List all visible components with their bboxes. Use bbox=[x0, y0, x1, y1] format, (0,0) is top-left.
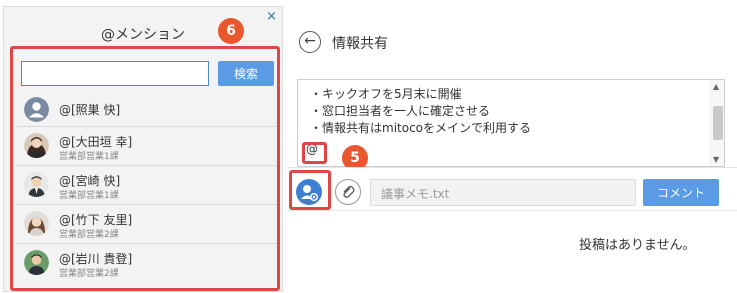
highlight-frame bbox=[289, 170, 331, 210]
close-icon[interactable]: × bbox=[266, 9, 277, 24]
highlight-frame bbox=[10, 46, 280, 291]
page-title: 情報共有 bbox=[332, 36, 388, 52]
editor-line: ・情報共有はmitocoをメインで利用する bbox=[310, 121, 532, 135]
attachment-field[interactable]: 議事メモ.txt bbox=[370, 179, 636, 206]
highlight-frame bbox=[302, 142, 327, 164]
scroll-down-icon[interactable]: ▼ bbox=[713, 155, 719, 164]
step-badge: 6 bbox=[218, 18, 244, 44]
mention-panel: @メンション × 検索 @[照巣 快] @[大田垣 幸] 営業部営業1課 @[宮… bbox=[3, 6, 283, 292]
empty-message: 投稿はありません。 bbox=[579, 238, 696, 253]
editor-line: ・キックオフを5月末に開催 bbox=[310, 87, 462, 101]
editor-text: ・キックオフを5月末に開催 ・窓口担当者を一人に確定させる ・情報共有はmito… bbox=[310, 86, 531, 137]
editor-line: ・窓口担当者を一人に確定させる bbox=[310, 104, 491, 118]
feed-panel: ← 情報共有 ・キックオフを5月末に開催 ・窓口担当者を一人に確定させる ・情報… bbox=[287, 6, 737, 293]
scroll-thumb[interactable] bbox=[713, 106, 723, 140]
paperclip-icon[interactable] bbox=[335, 179, 361, 205]
scroll-up-icon[interactable]: ▲ bbox=[713, 82, 719, 91]
comment-toolbar: 議事メモ.txt コメント bbox=[287, 167, 737, 211]
editor-scrollbar[interactable]: ▲ ▼ bbox=[710, 80, 724, 166]
back-arrow-icon[interactable]: ← bbox=[299, 31, 321, 53]
comment-button[interactable]: コメント bbox=[643, 179, 719, 206]
